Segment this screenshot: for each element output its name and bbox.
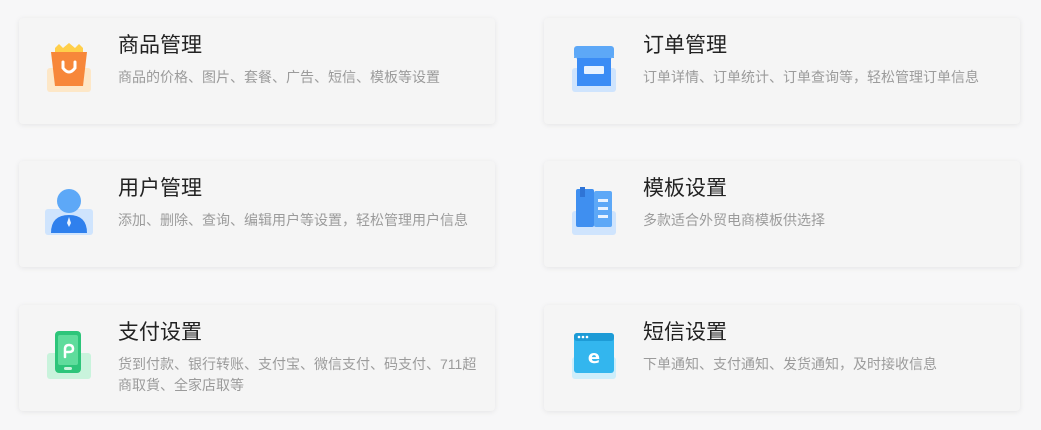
browser-window-icon: e xyxy=(566,327,622,383)
card-title: 用户管理 xyxy=(118,177,202,200)
user-icon xyxy=(41,183,97,239)
card-description: 货到付款、银行转账、支付宝、微信支付、码支付、711超商取貨、全家店取等 xyxy=(118,356,477,393)
card-sms-settings[interactable]: e 短信设置 下单通知、支付通知、发货通知，及时接收信息 xyxy=(544,305,1020,411)
feature-grid: 商品管理 商品的价格、图片、套餐、广告、短信、模板等设置 订单管理 订单详情、订… xyxy=(0,0,1041,430)
book-template-icon xyxy=(566,183,622,239)
shopping-bag-icon xyxy=(41,40,97,96)
card-description: 多款适合外贸电商模板供选择 xyxy=(643,212,825,228)
card-description: 订单详情、订单统计、订单查询等，轻松管理订单信息 xyxy=(643,69,979,85)
card-product-management[interactable]: 商品管理 商品的价格、图片、套餐、广告、短信、模板等设置 xyxy=(19,18,495,124)
card-title: 订单管理 xyxy=(643,34,727,57)
card-payment-settings[interactable]: 支付设置 货到付款、银行转账、支付宝、微信支付、码支付、711超商取貨、全家店取… xyxy=(19,305,495,411)
card-template-settings[interactable]: 模板设置 多款适合外贸电商模板供选择 xyxy=(544,161,1020,267)
card-description: 下单通知、支付通知、发货通知，及时接收信息 xyxy=(643,356,937,372)
card-title: 短信设置 xyxy=(643,321,727,344)
card-title: 模板设置 xyxy=(643,177,727,200)
card-order-management[interactable]: 订单管理 订单详情、订单统计、订单查询等，轻松管理订单信息 xyxy=(544,18,1020,124)
storefront-icon xyxy=(566,40,622,96)
card-description: 商品的价格、图片、套餐、广告、短信、模板等设置 xyxy=(118,69,440,85)
card-title: 支付设置 xyxy=(118,321,202,344)
svg-text:e: e xyxy=(588,347,600,368)
card-title: 商品管理 xyxy=(118,34,202,57)
card-description: 添加、删除、查询、编辑用户等设置，轻松管理用户信息 xyxy=(118,212,468,228)
card-user-management[interactable]: 用户管理 添加、删除、查询、编辑用户等设置，轻松管理用户信息 xyxy=(19,161,495,267)
payment-phone-icon xyxy=(41,327,97,383)
